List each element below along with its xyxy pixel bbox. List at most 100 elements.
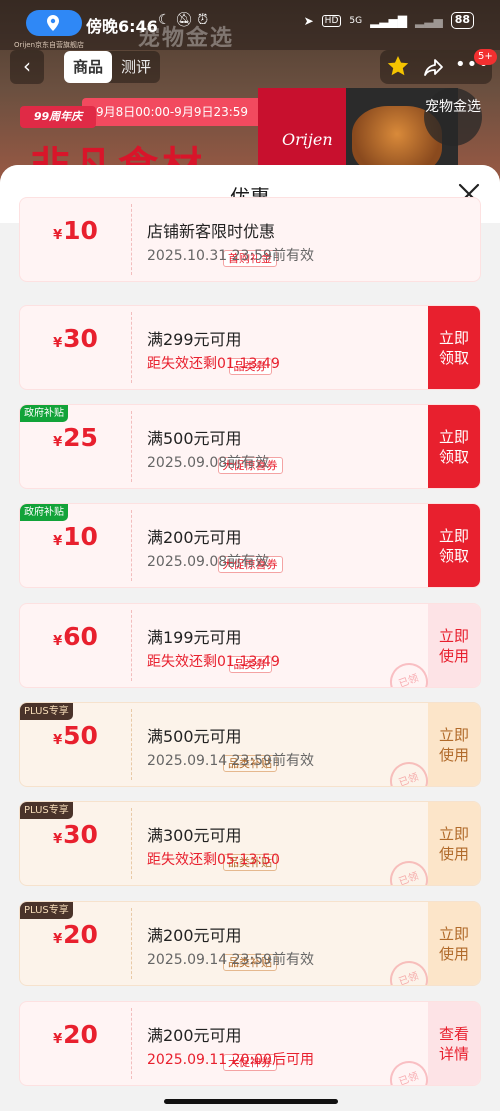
status-right: ➤ HD 5G ▂▃▅▇ ▂▃▅ 88 [304, 12, 474, 29]
coupon-condition: 满200元可用 [147, 926, 242, 945]
coupon-divider [131, 312, 132, 383]
coupon-condition: 满299元可用 [147, 330, 242, 349]
coupon-card[interactable]: PLUS专享 ¥20 品类补贴 满200元可用 2025.09.14 23:59前有效已… [19, 901, 481, 986]
coupon-tag: PLUS专享 [20, 703, 73, 720]
coupon-amount-value: 10 [63, 522, 98, 551]
coupon-divider [131, 709, 132, 780]
coupon-amount: ¥10 [20, 216, 131, 245]
coupon-card[interactable]: ¥60 品类券 满199元可用 距失效还剩01:13:49 已领 立即使用 [19, 603, 481, 688]
coupon-action-button[interactable]: 立即使用 [428, 604, 480, 687]
coupon-amount: ¥60 [20, 622, 131, 651]
coupon-card[interactable]: PLUS专享 ¥50 品类补贴 满500元可用 2025.09.14 23:59前有效已… [19, 702, 481, 787]
coupon-action-label: 立即使用 [438, 627, 469, 665]
coupon-amount: ¥30 [20, 820, 131, 849]
yen-symbol: ¥ [53, 634, 63, 649]
coupon-amount-value: 20 [63, 1020, 98, 1049]
share-icon[interactable] [422, 56, 444, 78]
bell-off-icon: 🔕︎ [175, 12, 193, 28]
star-icon[interactable] [386, 54, 410, 78]
coupon-amount: ¥30 [20, 324, 131, 353]
coupon-card[interactable]: 政府补贴 ¥25 大促惊喜券 满500元可用 2025.09.08前有效 立即领取 [19, 404, 481, 489]
chevron-left-icon: ‹ [23, 54, 31, 78]
coupon-condition: 满200元可用 [147, 1026, 242, 1045]
coupon-condition: 满300元可用 [147, 826, 242, 845]
coupon-card[interactable]: ¥30 品类券 满299元可用 距失效还剩01:13:49 立即领取 [19, 305, 481, 390]
status-time: 傍晚6:46 [86, 17, 158, 36]
message-badge: 5+ [474, 49, 497, 65]
coupon-divider [131, 808, 132, 879]
coupon-amount-value: 30 [63, 324, 98, 353]
coupon-amount-value: 10 [63, 216, 98, 245]
coupon-validity: 2025.09.08前有效 [147, 455, 270, 471]
coupon-amount: ¥10 [20, 522, 131, 551]
coupon-validity: 距失效还剩01:13:49 [147, 356, 280, 372]
claimed-stamp: 已领 [384, 1055, 434, 1085]
coupon-amount-value: 20 [63, 920, 98, 949]
battery-icon: 88 [450, 12, 474, 29]
coupon-condition: 满500元可用 [147, 429, 242, 448]
claimed-stamp: 已领 [384, 657, 434, 687]
coupon-card[interactable]: 政府补贴 ¥10 大促惊喜券 满200元可用 2025.09.08前有效 立即领取 [19, 503, 481, 588]
coupon-action-button[interactable]: 立即领取 [428, 306, 480, 389]
coupon-card[interactable]: ¥20 大促神券 满200元可用 2025.09.11 20:00后可用 已领 查看详情 [19, 1001, 481, 1086]
yen-symbol: ¥ [53, 932, 63, 947]
tab-review[interactable]: 测评 [112, 51, 160, 83]
coupon-validity: 距失效还剩05:13:50 [147, 852, 280, 868]
coupon-action-label: 立即领取 [438, 428, 469, 466]
yen-symbol: ¥ [53, 1032, 63, 1047]
coupon-tag: 政府补贴 [20, 504, 68, 521]
alarm-icon: ⏰︎ [197, 12, 209, 28]
coupon-amount: ¥25 [20, 423, 131, 452]
yen-symbol: ¥ [53, 832, 63, 847]
coupon-action-button[interactable]: 查看详情 [428, 1002, 480, 1085]
yen-symbol: ¥ [53, 336, 63, 351]
location-icon [47, 15, 59, 31]
coupon-action-label: 立即使用 [438, 925, 469, 963]
coupon-sheet: 优惠 ¥10首购礼金店铺新客限时优惠2025.10.31 23:59前有效¥30… [0, 165, 500, 1111]
coupon-action-button[interactable]: 立即使用 [428, 703, 480, 786]
promo-badge: 99周年庆 [20, 106, 96, 128]
yen-symbol: ¥ [53, 733, 63, 748]
claimed-stamp: 已领 [384, 955, 434, 985]
coupon-validity: 2025.09.14 23:59前有效 [147, 952, 314, 968]
coupon-action-button[interactable]: 立即使用 [428, 802, 480, 885]
status-icons: ☾ 🔕︎ ⏰︎ [158, 12, 208, 28]
coupon-amount: ¥50 [20, 721, 131, 750]
coupon-validity: 2025.10.31 23:59前有效 [147, 248, 314, 264]
gps-icon: ➤ [303, 13, 314, 28]
coupon-condition: 满500元可用 [147, 727, 242, 746]
coupon-divider [131, 204, 132, 275]
yen-symbol: ¥ [53, 534, 63, 549]
coupon-amount-value: 50 [63, 721, 98, 750]
yen-symbol: ¥ [53, 435, 63, 450]
coupon-card[interactable]: ¥10 首购礼金 店铺新客限时优惠 2025.10.31 23:59前有效 [19, 197, 481, 282]
home-indicator[interactable] [164, 1099, 338, 1104]
product-logo-text: Orijen [282, 130, 333, 149]
tab-product[interactable]: 商品 [64, 51, 113, 83]
coupon-amount: ¥20 [20, 920, 131, 949]
coupon-condition: 满199元可用 [147, 628, 242, 647]
coupon-card[interactable]: PLUS专享 ¥30 品类补贴 满300元可用 距失效还剩05:13:50 已领 立即使用 [19, 801, 481, 886]
coupon-divider [131, 908, 132, 979]
coupon-tag: PLUS专享 [20, 802, 73, 819]
product-tabs: 商品 测评 [64, 51, 161, 83]
pet-select-button[interactable]: 宠物金选 [424, 88, 482, 146]
coupon-action-button[interactable]: 立即领取 [428, 504, 480, 587]
coupon-tag: 政府补贴 [20, 405, 68, 422]
coupon-action-button[interactable]: 立即领取 [428, 405, 480, 488]
coupon-amount: ¥20 [20, 1020, 131, 1049]
coupon-validity: 2025.09.08前有效 [147, 554, 270, 570]
coupon-action-button[interactable]: 立即使用 [428, 902, 480, 985]
coupon-amount-value: 25 [63, 423, 98, 452]
coupon-validity: 距失效还剩01:13:49 [147, 654, 280, 670]
promo-date: 9月8日00:00-9月9日23:59 [82, 98, 263, 126]
coupon-divider [131, 411, 132, 482]
coupon-divider [131, 1008, 132, 1079]
coupon-amount-value: 30 [63, 820, 98, 849]
claimed-stamp: 已领 [384, 756, 434, 786]
back-button[interactable]: ‹ [10, 50, 44, 84]
signal-icon: ▂▃▅▇ [370, 13, 407, 28]
signal-icon-2: ▂▃▅ [415, 13, 443, 28]
coupon-condition: 店铺新客限时优惠 [147, 222, 276, 241]
coupon-condition: 满200元可用 [147, 528, 242, 547]
